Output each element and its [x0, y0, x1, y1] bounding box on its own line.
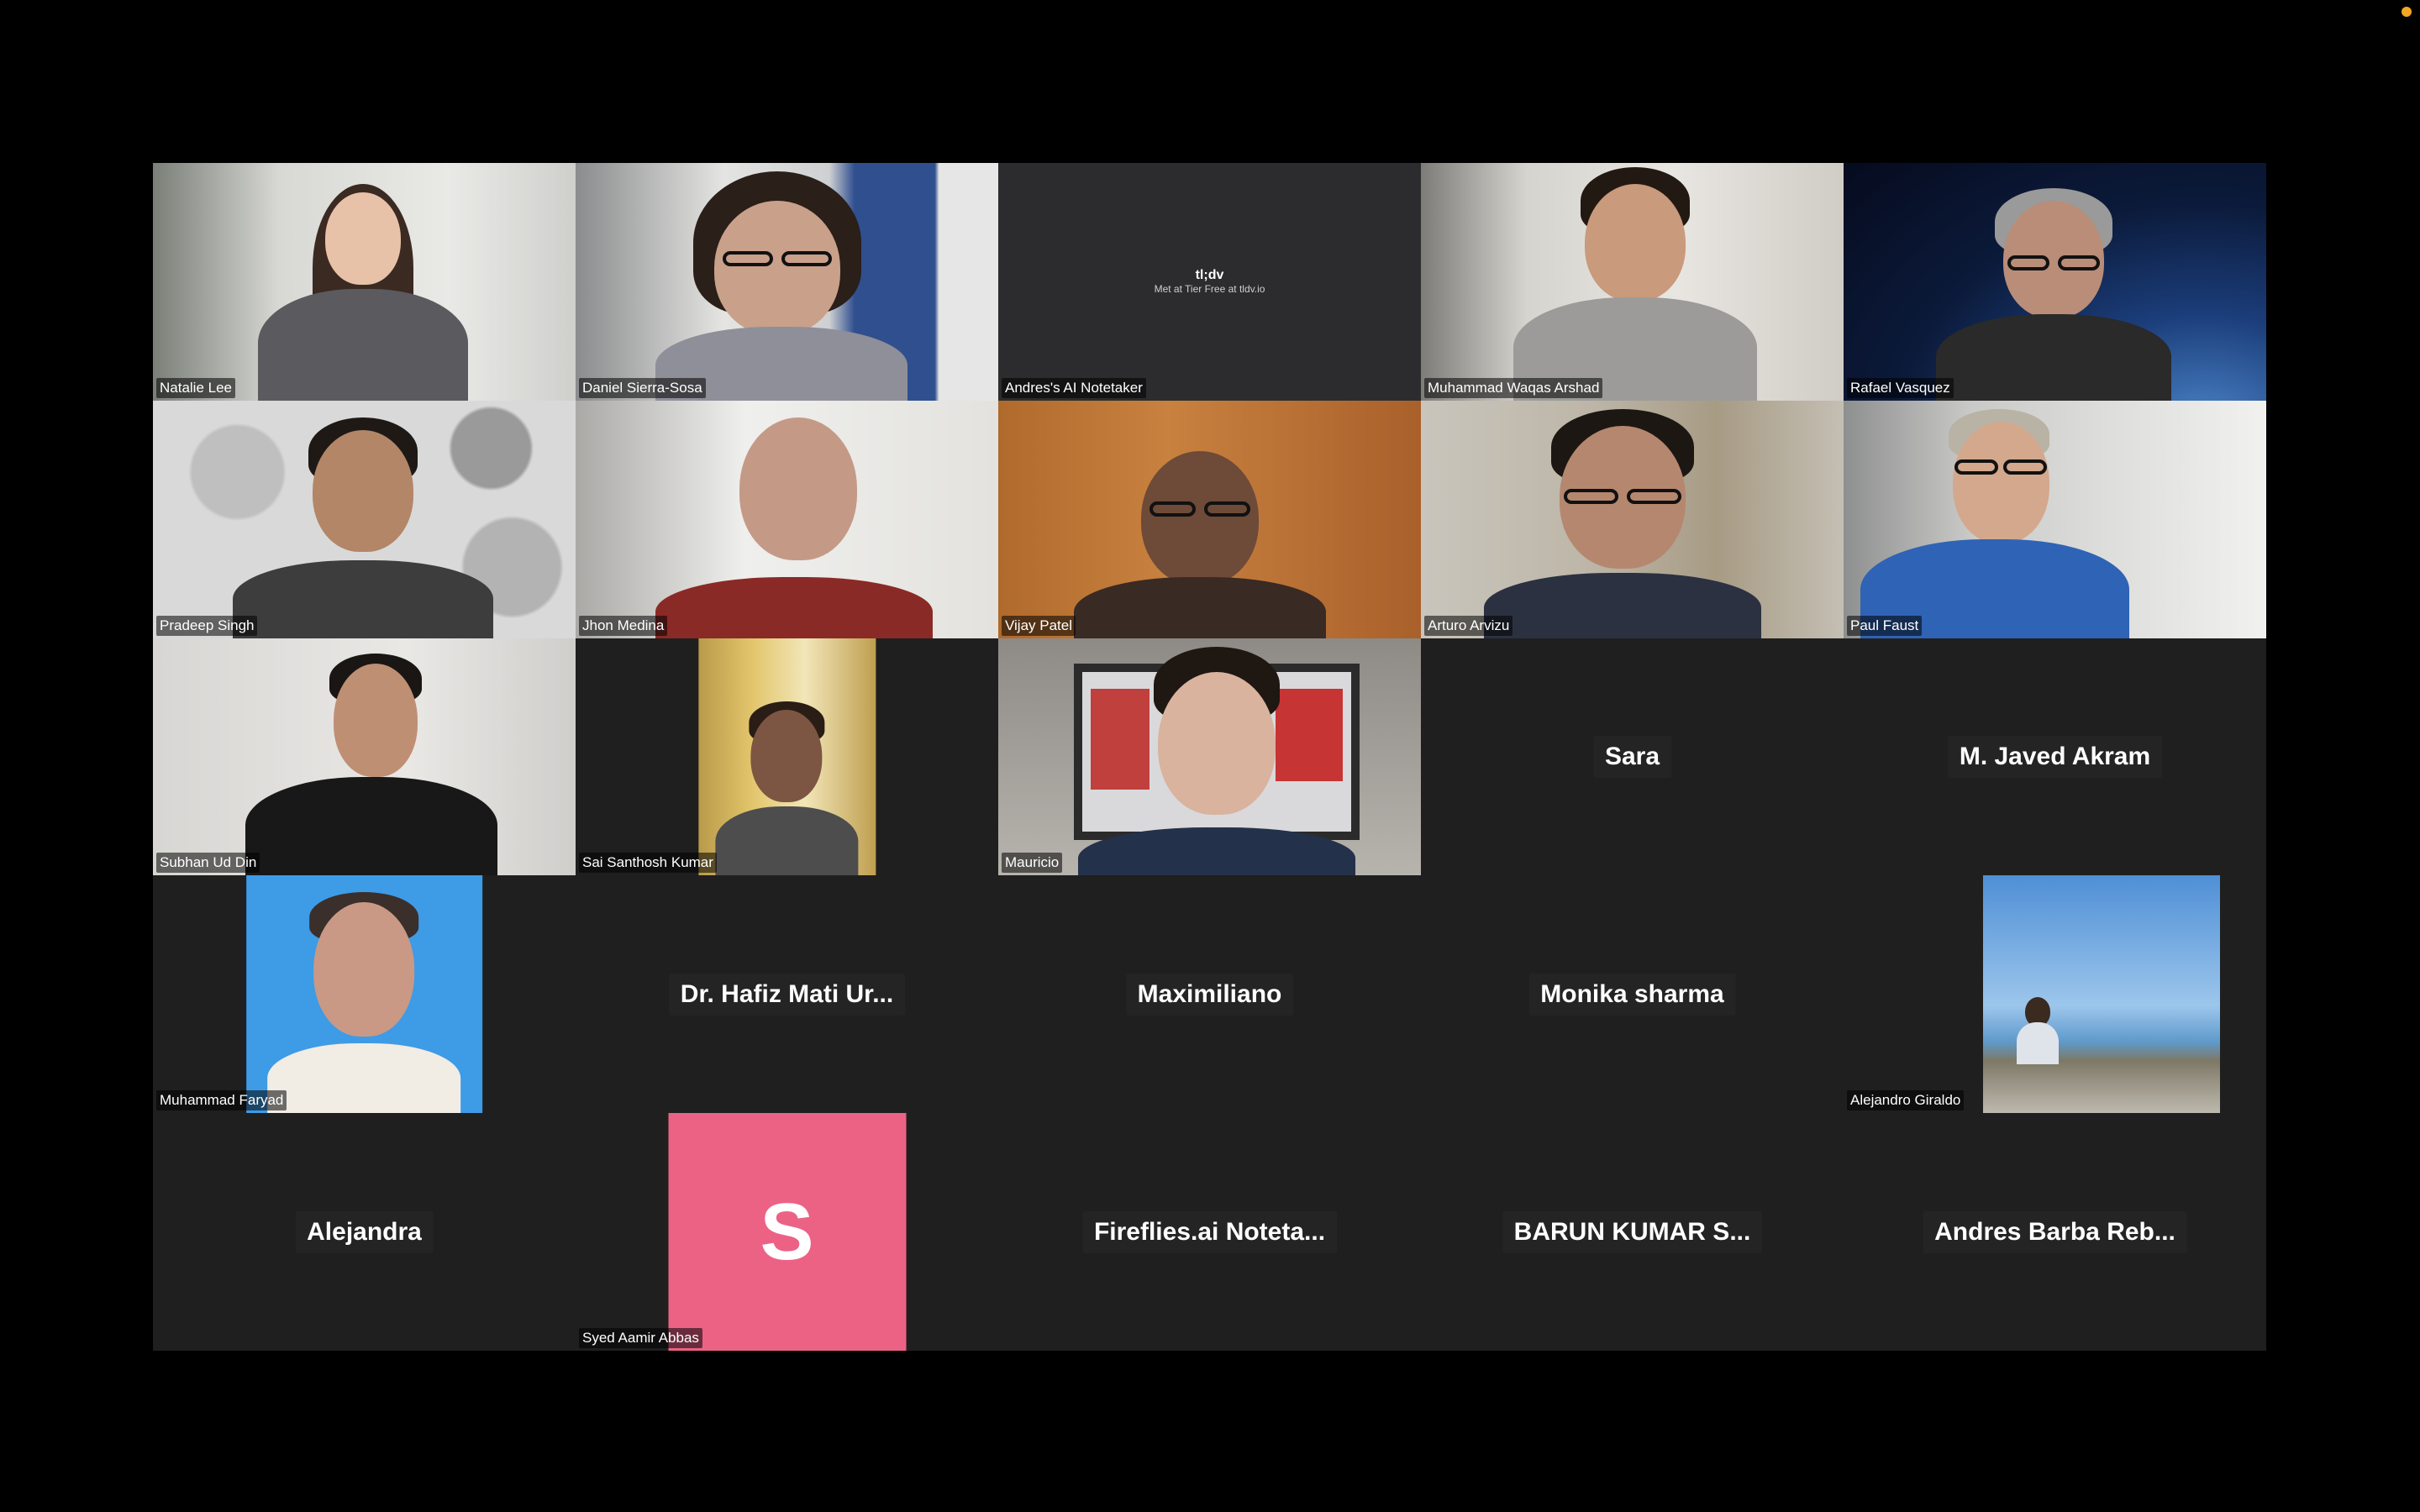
participant-tile[interactable]: Andres Barba Reb... — [1844, 1113, 2266, 1351]
participant-name-label: Arturo Arvizu — [1424, 615, 1513, 636]
participant-tile[interactable]: Muhammad Faryad — [153, 875, 576, 1114]
participant-video — [998, 638, 1421, 876]
participant-name-label: Subhan Ud Din — [156, 853, 260, 874]
participant-name-display: M. Javed Akram — [1947, 735, 2163, 778]
participant-avatar: S — [668, 1113, 906, 1351]
participant-name-display: Monika sharma — [1528, 973, 1736, 1016]
participant-name-display: BARUN KUMAR S... — [1502, 1210, 1763, 1253]
participant-name-display: Fireflies.ai Noteta... — [1081, 1210, 1338, 1253]
meeting-window: Natalie Lee Daniel Sierra-Sosa tl;dv Met… — [0, 0, 2420, 1512]
participant-video — [153, 163, 576, 401]
participant-name-label: Rafael Vasquez — [1847, 377, 1954, 398]
participant-name-label: Andres's AI Notetaker — [1002, 377, 1146, 398]
participant-photo — [1983, 875, 2220, 1114]
participant-video — [153, 638, 576, 876]
participant-name-label: Jhon Medina — [579, 615, 668, 636]
participant-name-label: Vijay Patel — [1002, 615, 1076, 636]
participant-video — [153, 400, 576, 638]
participant-video — [998, 400, 1421, 638]
participant-name-display: Alejandra — [295, 1210, 434, 1253]
participant-name-label: Mauricio — [1002, 853, 1063, 874]
tldv-logo: tl;dv Met at Tier Free at tldv.io — [1154, 268, 1265, 296]
participant-video — [1421, 400, 1844, 638]
participant-video — [576, 163, 998, 401]
participant-tile[interactable]: Maximiliano — [998, 875, 1421, 1114]
participant-tile[interactable]: Fireflies.ai Noteta... — [998, 1113, 1421, 1351]
participant-tile[interactable]: Natalie Lee — [153, 163, 576, 401]
participant-tile[interactable]: Muhammad Waqas Arshad — [1421, 163, 1844, 401]
participant-tile[interactable]: Pradeep Singh — [153, 400, 576, 638]
participant-video — [697, 638, 876, 876]
participant-tile[interactable]: Rafael Vasquez — [1844, 163, 2266, 401]
participant-tile[interactable]: Mauricio — [998, 638, 1421, 876]
participant-name-label: Sai Santhosh Kumar — [579, 853, 717, 874]
participant-tile[interactable]: BARUN KUMAR S... — [1421, 1113, 1844, 1351]
participant-tile[interactable]: Vijay Patel — [998, 400, 1421, 638]
participant-tile[interactable]: S Syed Aamir Abbas — [576, 1113, 998, 1351]
participant-video — [576, 400, 998, 638]
participant-tile[interactable]: Alejandro Giraldo — [1844, 875, 2266, 1114]
participant-photo — [245, 875, 483, 1114]
gallery-view: Natalie Lee Daniel Sierra-Sosa tl;dv Met… — [153, 163, 2266, 1351]
participant-tile[interactable]: Sara — [1421, 638, 1844, 876]
participant-name-display: Andres Barba Reb... — [1923, 1210, 2187, 1253]
participant-tile[interactable]: Sai Santhosh Kumar — [576, 638, 998, 876]
participant-name-label: Paul Faust — [1847, 615, 1923, 636]
participant-name-label: Daniel Sierra-Sosa — [579, 377, 706, 398]
participant-name-label: Natalie Lee — [156, 377, 236, 398]
participant-name-label: Muhammad Faryad — [156, 1090, 287, 1111]
participant-tile[interactable]: Jhon Medina — [576, 400, 998, 638]
participant-tile[interactable]: Paul Faust — [1844, 400, 2266, 638]
participant-tile[interactable]: Subhan Ud Din — [153, 638, 576, 876]
participant-tile[interactable]: Arturo Arvizu — [1421, 400, 1844, 638]
participant-video: tl;dv Met at Tier Free at tldv.io — [998, 163, 1421, 401]
participant-name-label: Muhammad Waqas Arshad — [1424, 377, 1603, 398]
participant-tile[interactable]: tl;dv Met at Tier Free at tldv.io Andres… — [998, 163, 1421, 401]
participant-tile[interactable]: Daniel Sierra-Sosa — [576, 163, 998, 401]
participant-video — [1844, 163, 2266, 401]
participant-name-display: Sara — [1592, 735, 1672, 778]
participant-tile[interactable]: Alejandra — [153, 1113, 576, 1351]
participant-tile[interactable]: Dr. Hafiz Mati Ur... — [576, 875, 998, 1114]
participant-name-display: Maximiliano — [1125, 973, 1294, 1016]
recording-indicator — [2402, 7, 2412, 17]
participant-tile[interactable]: M. Javed Akram — [1844, 638, 2266, 876]
participant-video — [1421, 163, 1844, 401]
participant-tile[interactable]: Monika sharma — [1421, 875, 1844, 1114]
participant-name-label: Alejandro Giraldo — [1847, 1090, 1965, 1111]
participant-name-label: Syed Aamir Abbas — [579, 1327, 702, 1348]
participant-video — [1844, 400, 2266, 638]
participant-name-display: Dr. Hafiz Mati Ur... — [668, 973, 906, 1016]
participant-name-label: Pradeep Singh — [156, 615, 258, 636]
